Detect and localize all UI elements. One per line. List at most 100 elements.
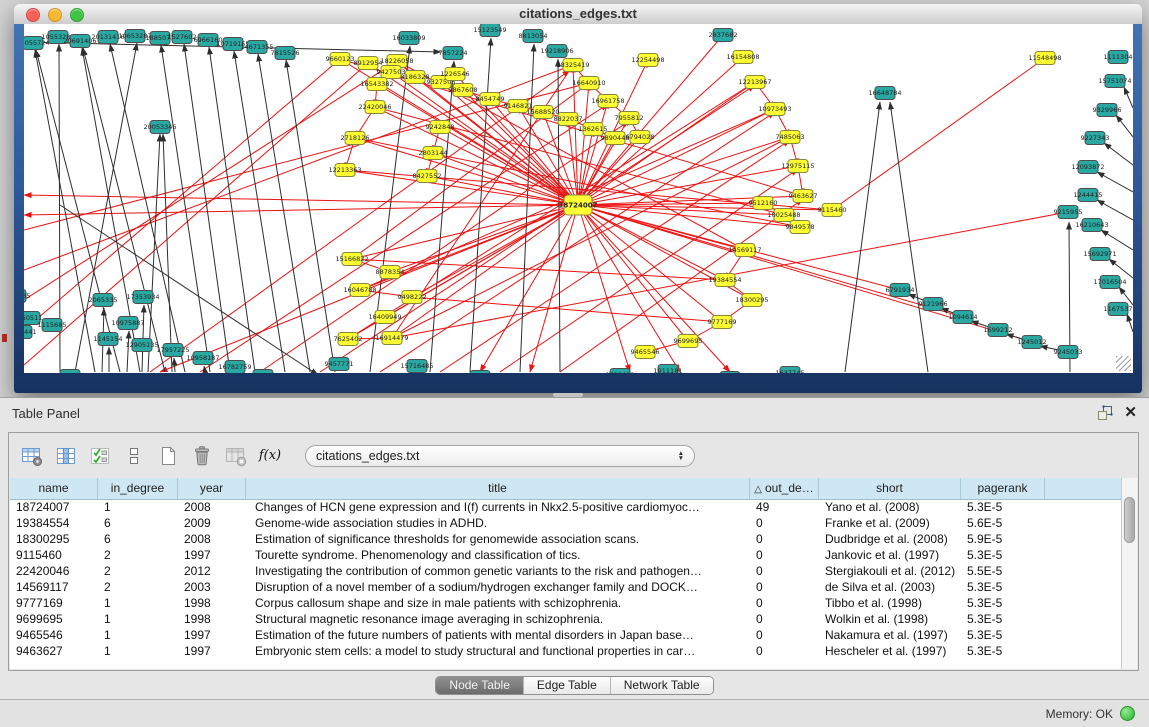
table-cell[interactable]: 2012 — [178, 563, 246, 579]
table-cell[interactable]: 9115460 — [10, 547, 98, 563]
graph-node[interactable]: 1245012 — [1018, 336, 1047, 349]
table-row[interactable]: 1938455462009Genome-wide association stu… — [10, 515, 1122, 531]
function-builder-icon[interactable]: f(x) — [257, 443, 283, 469]
graph-node[interactable]: 17353934 — [126, 291, 159, 304]
graph-node[interactable]: 22420046 — [358, 101, 391, 114]
table-cell[interactable]: 0 — [750, 531, 819, 547]
table-cell[interactable]: Corpus callosum shape and size in male p… — [246, 595, 750, 611]
table-cell[interactable]: 2 — [98, 547, 178, 563]
column-header-out-de[interactable]: △out_de… — [750, 478, 819, 499]
graph-node[interactable]: 1226546 — [441, 68, 470, 81]
table-cell[interactable]: 1 — [98, 595, 178, 611]
table-cell[interactable]: 0 — [750, 595, 819, 611]
minimize-window-button[interactable] — [48, 8, 62, 22]
column-header-pagerank[interactable]: pagerank — [961, 478, 1045, 499]
table-row[interactable]: 2242004622012Investigating the contribut… — [10, 563, 1122, 579]
graph-node[interactable]: 16914479 — [375, 332, 408, 345]
graph-node[interactable]: 7857224 — [439, 47, 468, 60]
table-cell[interactable]: 19384554 — [10, 515, 98, 531]
graph-node[interactable]: 9699695 — [674, 335, 703, 348]
graph-node[interactable]: 16154808 — [726, 51, 759, 64]
graph-node[interactable]: 1094614 — [949, 311, 978, 324]
table-cell[interactable]: Embryonic stem cells: a model to study s… — [246, 643, 750, 659]
table-cell[interactable]: de Silva et al. (2003) — [819, 579, 961, 595]
graph-node[interactable]: 2065335 — [89, 294, 118, 307]
table-cell[interactable]: 0 — [750, 579, 819, 595]
graph-node[interactable]: 2837682 — [709, 29, 738, 42]
float-panel-icon[interactable] — [1094, 403, 1114, 423]
graph-node[interactable]: 12213967 — [738, 76, 771, 89]
graph-node[interactable]: 9427503 — [377, 66, 406, 79]
table-cell[interactable]: 1 — [98, 499, 178, 515]
graph-node[interactable]: 15692971 — [1083, 248, 1116, 261]
graph-node[interactable]: 8878354 — [376, 266, 405, 279]
table-cell[interactable]: Jankovic et al. (1997) — [819, 547, 961, 563]
graph-node[interactable]: 6791934 — [886, 284, 915, 297]
graph-node[interactable]: 1244415 — [1074, 189, 1103, 202]
table-cell[interactable]: 2008 — [178, 499, 246, 515]
graph-node[interactable]: 9463627 — [789, 190, 818, 203]
table-cell[interactable]: 0 — [750, 611, 819, 627]
table-cell[interactable]: Changes of HCN gene expression and I(f) … — [246, 499, 750, 515]
table-cell[interactable]: 9777169 — [10, 595, 98, 611]
graph-node[interactable]: 9498222 — [398, 291, 427, 304]
table-cell[interactable]: 5.3E-5 — [961, 611, 1045, 627]
graph-node[interactable]: 1145154 — [94, 333, 123, 346]
graph-node[interactable]: 9619422 — [606, 369, 635, 374]
network-canvas[interactable]: 1832541916640910169617587955812679402898… — [24, 24, 1133, 373]
graph-node[interactable]: 17957225 — [156, 344, 189, 357]
graph-node[interactable]: 7625402 — [334, 333, 363, 346]
graph-node[interactable]: 9457771 — [325, 358, 354, 371]
graph-node[interactable]: 16210643 — [1075, 219, 1108, 232]
table-row[interactable]: 1872400712008Changes of HCN gene express… — [10, 499, 1122, 515]
scrollbar-thumb[interactable] — [1124, 497, 1135, 543]
table-cell[interactable]: 5.3E-5 — [961, 595, 1045, 611]
graph-node[interactable]: 11548498 — [1028, 52, 1061, 65]
table-cell[interactable]: 2003 — [178, 579, 246, 595]
table-cell[interactable]: 6 — [98, 515, 178, 531]
resize-grip-icon[interactable] — [1116, 356, 1131, 371]
network-graph[interactable]: 1832541916640910169617587955812679402898… — [24, 24, 1133, 373]
graph-node[interactable]: 9777169 — [708, 316, 737, 329]
table-cell[interactable]: 5.3E-5 — [961, 643, 1045, 659]
table-cell[interactable]: Franke et al. (2009) — [819, 515, 961, 531]
table-cell[interactable]: 9699695 — [10, 611, 98, 627]
table-cell[interactable]: 2 — [98, 579, 178, 595]
graph-node[interactable]: 9512160 — [749, 197, 778, 210]
graph-node[interactable]: 9849578 — [786, 221, 815, 234]
table-cell[interactable]: Structural magnetic resonance image aver… — [246, 611, 750, 627]
graph-node[interactable]: 1111304 — [1104, 51, 1133, 64]
table-selector-dropdown[interactable]: citations_edges.txt ▲▼ — [305, 445, 695, 467]
graph-node[interactable]: 9890448 — [601, 132, 630, 145]
delete-table-icon[interactable] — [223, 443, 249, 469]
table-cell[interactable]: Yano et al. (2008) — [819, 499, 961, 515]
table-cell[interactable]: Tibbo et al. (1998) — [819, 595, 961, 611]
close-panel-icon[interactable]: ✕ — [1124, 403, 1137, 423]
table-cell[interactable]: 18724007 — [10, 499, 98, 515]
table-cell[interactable]: 0 — [750, 627, 819, 643]
table-cell[interactable]: 49 — [750, 499, 819, 515]
select-columns-icon[interactable] — [87, 443, 113, 469]
column-header-short[interactable]: short — [819, 478, 961, 499]
graph-node[interactable]: 1527602 — [168, 31, 197, 44]
table-cell[interactable]: 1997 — [178, 627, 246, 643]
table-cell[interactable]: 22420046 — [10, 563, 98, 579]
graph-node[interactable]: 15716485 — [400, 360, 433, 373]
table-cell[interactable]: Dudbridge et al. (2008) — [819, 531, 961, 547]
graph-node[interactable]: 14569117 — [728, 244, 761, 257]
graph-node[interactable]: 12905135 — [125, 339, 158, 352]
delete-selected-icon[interactable] — [189, 443, 215, 469]
graph-node[interactable]: 2718126 — [341, 132, 370, 145]
table-cell[interactable]: Genome-wide association studies in ADHD. — [246, 515, 750, 531]
graph-node[interactable]: 1637745 — [776, 367, 805, 374]
window-titlebar[interactable]: citations_edges.txt — [14, 4, 1142, 25]
table-cell[interactable]: 1998 — [178, 595, 246, 611]
column-header-year[interactable]: year — [178, 478, 246, 499]
graph-node[interactable]: 12975115 — [781, 160, 814, 173]
create-table-icon[interactable] — [155, 443, 181, 469]
table-cell[interactable]: 5.9E-5 — [961, 531, 1045, 547]
zoom-window-button[interactable] — [70, 8, 84, 22]
graph-node[interactable]: 16033809 — [392, 32, 425, 45]
graph-node[interactable]: 9121966 — [919, 298, 948, 311]
table-row[interactable]: 1830029562008Estimation of significance … — [10, 531, 1122, 547]
